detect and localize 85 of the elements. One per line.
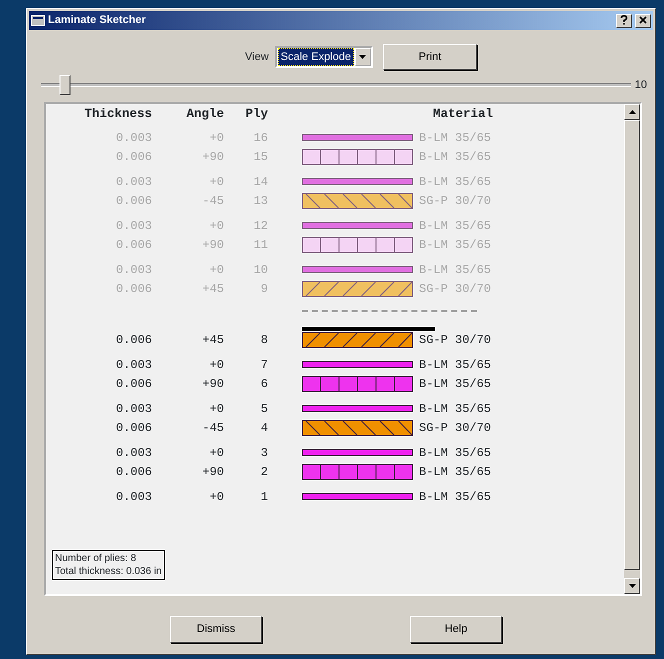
angle-value: +0 xyxy=(210,174,224,188)
angle-header: Angle xyxy=(186,107,224,121)
view-dropdown[interactable]: Scale Explode xyxy=(274,46,373,68)
close-icon[interactable] xyxy=(635,14,651,28)
ply-number: 16 xyxy=(254,130,268,144)
ply-number: 4 xyxy=(260,420,268,434)
dialog-button[interactable]: Dismiss xyxy=(170,616,262,643)
thickness-value: 0.003 xyxy=(116,218,152,232)
ply-header: Ply xyxy=(245,107,268,121)
thickness-value: 0.003 xyxy=(116,490,152,504)
material-value: SG-P 30/70 xyxy=(419,332,492,346)
summary-text: Total thickness: 0.036 in xyxy=(55,565,162,578)
angle-value: +45 xyxy=(202,282,224,296)
material-value: B-LM 35/65 xyxy=(419,358,492,372)
view-label: View xyxy=(245,50,269,65)
material-header: Material xyxy=(433,107,494,121)
app-icon xyxy=(31,15,45,26)
thickness-value: 0.006 xyxy=(116,332,152,346)
thickness-value: 0.006 xyxy=(116,376,152,390)
ply-number: 15 xyxy=(254,150,268,164)
angle-value: +0 xyxy=(210,130,224,144)
print-button[interactable]: Print xyxy=(382,44,477,70)
ply-number: 7 xyxy=(260,358,268,372)
ply-number: 13 xyxy=(254,194,268,208)
material-value: SG-P 30/70 xyxy=(419,282,492,296)
ply-number: 5 xyxy=(260,402,268,416)
ply-number: 6 xyxy=(260,376,268,390)
ply-number: 1 xyxy=(260,490,268,504)
ply-number: 10 xyxy=(254,262,268,276)
material-value: B-LM 35/65 xyxy=(419,376,492,390)
material-value: B-LM 35/65 xyxy=(419,218,492,232)
ply-number: 12 xyxy=(254,218,268,232)
dialog-button[interactable]: Help xyxy=(410,616,502,643)
ply-number: 8 xyxy=(260,332,268,346)
material-value: B-LM 35/65 xyxy=(419,174,492,188)
slider-thumb[interactable] xyxy=(59,75,70,95)
material-value: SG-P 30/70 xyxy=(419,194,492,208)
help-icon[interactable] xyxy=(616,14,632,28)
scroll-up-icon[interactable] xyxy=(624,104,640,120)
angle-value: -45 xyxy=(202,194,224,208)
angle-value: +0 xyxy=(210,262,224,276)
material-value: B-LM 35/65 xyxy=(419,150,492,164)
ply-number: 2 xyxy=(260,464,268,478)
material-value: B-LM 35/65 xyxy=(419,446,492,460)
material-value: B-LM 35/65 xyxy=(419,490,492,504)
thickness-value: 0.003 xyxy=(116,174,152,188)
thickness-value: 0.003 xyxy=(116,358,152,372)
angle-value: +0 xyxy=(210,402,224,416)
angle-value: +45 xyxy=(202,332,224,346)
angle-value: +90 xyxy=(202,464,224,478)
ply-number: 11 xyxy=(254,238,268,252)
scrollbar-thumb[interactable] xyxy=(624,120,640,570)
ply-number: 9 xyxy=(260,282,268,296)
thickness-value: 0.006 xyxy=(116,464,152,478)
ply-number: 3 xyxy=(260,446,268,460)
angle-value: +90 xyxy=(202,150,224,164)
ply-number: 14 xyxy=(254,174,268,188)
angle-value: +0 xyxy=(210,218,224,232)
material-value: B-LM 35/65 xyxy=(419,262,492,276)
thickness-value: 0.003 xyxy=(116,402,152,416)
thickness-value: 0.003 xyxy=(116,130,152,144)
angle-value: +90 xyxy=(202,376,224,390)
material-value: B-LM 35/65 xyxy=(419,402,492,416)
thickness-value: 0.006 xyxy=(116,238,152,252)
material-value: SG-P 30/70 xyxy=(419,420,492,434)
angle-value: +0 xyxy=(210,358,224,372)
material-value: B-LM 35/65 xyxy=(419,238,492,252)
dropdown-arrow-icon xyxy=(359,54,366,59)
summary-text: Number of plies: 8 xyxy=(55,552,138,565)
thickness-header: Thickness xyxy=(84,107,152,121)
angle-value: +90 xyxy=(202,238,224,252)
window-title: Laminate Sketcher xyxy=(48,13,147,28)
thickness-value: 0.003 xyxy=(116,262,152,276)
material-value: B-LM 35/65 xyxy=(419,130,492,144)
thickness-value: 0.006 xyxy=(116,282,152,296)
angle-value: -45 xyxy=(202,420,224,434)
thickness-value: 0.006 xyxy=(116,194,152,208)
thickness-value: 0.003 xyxy=(116,446,152,460)
slider-value: 10 xyxy=(634,78,647,93)
material-value: B-LM 35/65 xyxy=(419,464,492,478)
angle-value: +0 xyxy=(210,446,224,460)
thickness-value: 0.006 xyxy=(116,420,152,434)
scroll-down-icon[interactable] xyxy=(624,578,640,594)
angle-value: +0 xyxy=(210,490,224,504)
thickness-value: 0.006 xyxy=(116,150,152,164)
